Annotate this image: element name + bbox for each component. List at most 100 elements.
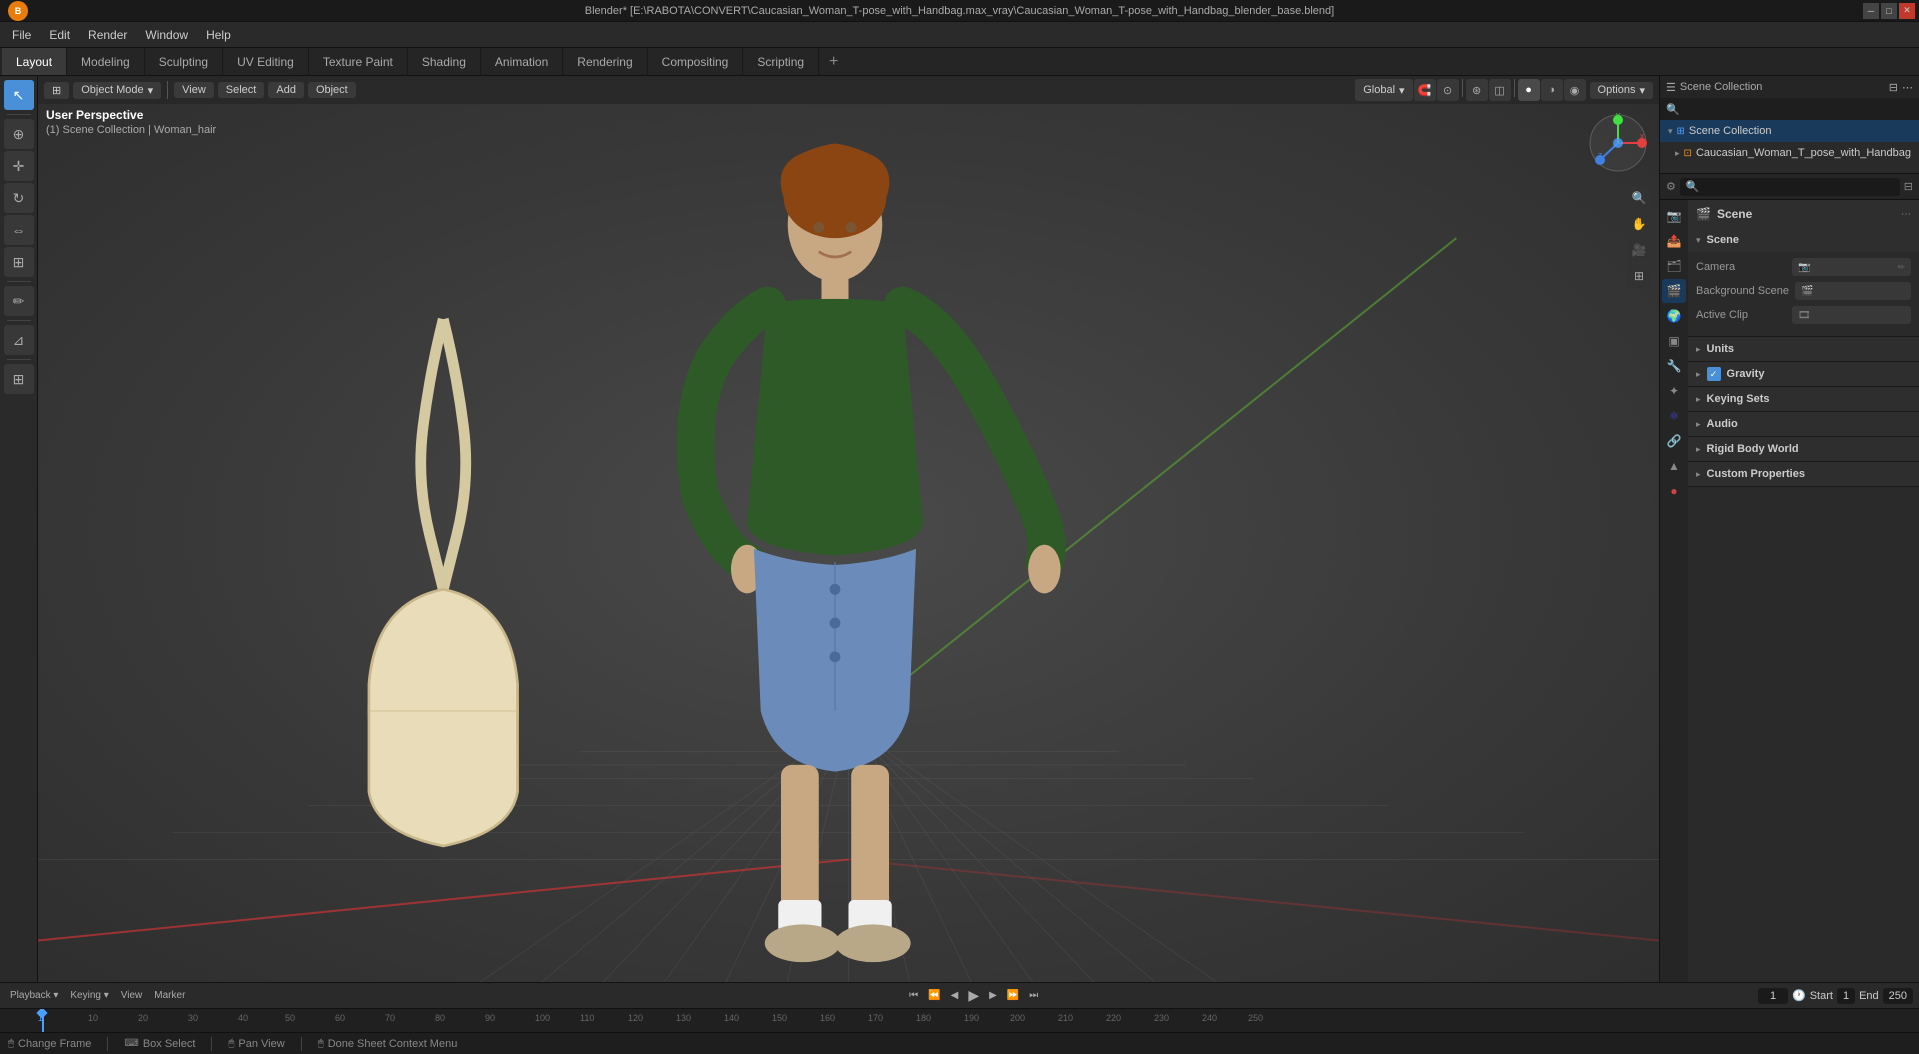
- gravity-section-header[interactable]: ▸ ✓ Gravity: [1688, 362, 1919, 386]
- add-menu-button[interactable]: Add: [268, 82, 304, 98]
- tab-sculpting[interactable]: Sculpting: [145, 48, 223, 75]
- jump-end-button[interactable]: ⏭: [1025, 988, 1042, 1003]
- marker-menu-button[interactable]: Marker: [150, 988, 189, 1003]
- ortho-button[interactable]: ⊞: [1627, 264, 1651, 288]
- close-button[interactable]: ✕: [1899, 3, 1915, 19]
- outliner-character-item[interactable]: ▸ ⊡ Caucasian_Woman_T_pose_with_Handbag: [1660, 142, 1919, 164]
- options-button[interactable]: Options ▾: [1590, 82, 1653, 99]
- units-section-header[interactable]: ▸ Units: [1688, 337, 1919, 361]
- properties-search-input[interactable]: [1680, 178, 1900, 196]
- tab-compositing[interactable]: Compositing: [648, 48, 744, 75]
- render-props-button[interactable]: 📷: [1662, 204, 1686, 228]
- menu-help[interactable]: Help: [198, 26, 239, 44]
- object-menu-button[interactable]: Object: [308, 82, 356, 98]
- constraints-props-button[interactable]: 🔗: [1662, 429, 1686, 453]
- physics-props-button[interactable]: ⚛: [1662, 404, 1686, 428]
- keying-sets-section-header[interactable]: ▸ Keying Sets: [1688, 387, 1919, 411]
- rigid-body-world-section-header[interactable]: ▸ Rigid Body World: [1688, 437, 1919, 461]
- tab-scripting[interactable]: Scripting: [743, 48, 819, 75]
- properties-filter-icon[interactable]: ⊟: [1904, 180, 1913, 193]
- tab-rendering[interactable]: Rendering: [563, 48, 647, 75]
- modifier-props-button[interactable]: 🔧: [1662, 354, 1686, 378]
- menu-render[interactable]: Render: [80, 26, 135, 44]
- view-menu-button[interactable]: View: [174, 82, 214, 98]
- material-props-button[interactable]: ●: [1662, 479, 1686, 503]
- start-value-field[interactable]: 1: [1837, 988, 1855, 1004]
- scale-tool-button[interactable]: ⇔: [4, 215, 34, 245]
- properties-scroll-area[interactable]: 🎬 Scene ⋯ ▾ Scene Camera: [1688, 200, 1919, 982]
- proportional-edit-button[interactable]: ⊙: [1437, 79, 1459, 101]
- jump-start-button[interactable]: ⏮: [905, 988, 922, 1003]
- pan-button[interactable]: ✋: [1627, 212, 1651, 236]
- object-mode-button[interactable]: Object Mode ▾: [73, 82, 161, 99]
- viewport[interactable]: ⊞ Object Mode ▾ View Select Add Object: [38, 76, 1659, 982]
- menu-file[interactable]: File: [4, 26, 39, 44]
- select-tool-button[interactable]: ↖: [4, 80, 34, 110]
- tab-modeling[interactable]: Modeling: [67, 48, 145, 75]
- minimize-button[interactable]: ─: [1863, 3, 1879, 19]
- select-menu-button[interactable]: Select: [218, 82, 265, 98]
- prev-frame-button[interactable]: ◀: [947, 988, 963, 1003]
- next-keyframe-button[interactable]: ⏩: [1003, 988, 1023, 1003]
- view-menu-timeline-button[interactable]: View: [117, 988, 147, 1003]
- camera-edit-icon[interactable]: ✏: [1897, 262, 1905, 273]
- outliner-filter-icon[interactable]: ⊟: [1889, 81, 1898, 94]
- scene-options-icon[interactable]: ⋯: [1901, 209, 1911, 220]
- rendered-view-button[interactable]: ◉: [1564, 79, 1586, 101]
- tab-layout[interactable]: Layout: [2, 48, 67, 75]
- add-workspace-button[interactable]: +: [819, 48, 848, 75]
- scene-subsection-header[interactable]: ▾ Scene: [1688, 228, 1919, 252]
- tab-texture-paint[interactable]: Texture Paint: [309, 48, 408, 75]
- rotate-tool-button[interactable]: ↻: [4, 183, 34, 213]
- snap-button[interactable]: 🧲: [1414, 79, 1436, 101]
- annotate-tool-button[interactable]: ✏: [4, 286, 34, 316]
- status-box-select[interactable]: ⌨ Box Select: [124, 1038, 195, 1050]
- world-props-button[interactable]: 🌍: [1662, 304, 1686, 328]
- cursor-tool-button[interactable]: ⊕: [4, 119, 34, 149]
- move-tool-button[interactable]: ✛: [4, 151, 34, 181]
- tab-uv-editing[interactable]: UV Editing: [223, 48, 309, 75]
- navigation-gizmo[interactable]: X Y Z: [1586, 111, 1651, 176]
- tab-animation[interactable]: Animation: [481, 48, 563, 75]
- camera-value[interactable]: 📷 ✏: [1792, 258, 1911, 276]
- audio-section-header[interactable]: ▸ Audio: [1688, 412, 1919, 436]
- transform-global-button[interactable]: Global ▾: [1355, 79, 1412, 101]
- data-props-button[interactable]: ▲: [1662, 454, 1686, 478]
- output-props-button[interactable]: 📤: [1662, 229, 1686, 253]
- gravity-checkbox[interactable]: ✓: [1707, 367, 1721, 381]
- view-layer-props-button[interactable]: 🗂: [1662, 254, 1686, 278]
- outliner-search-input[interactable]: [1684, 103, 1913, 115]
- status-pan-view[interactable]: 🖱 Pan View: [228, 1038, 284, 1050]
- status-done-sheet[interactable]: 🖱 Done Sheet Context Menu: [318, 1038, 458, 1050]
- active-clip-value[interactable]: 🎞: [1792, 306, 1911, 324]
- outliner-scene-collection-item[interactable]: ▾ ⊞ Scene Collection: [1660, 120, 1919, 142]
- maximize-button[interactable]: □: [1881, 3, 1897, 19]
- xray-button[interactable]: ◫: [1489, 79, 1511, 101]
- timeline-bar[interactable]: 1 10 20 30 40 50 60 70 80 90 100 110 120…: [0, 1008, 1919, 1032]
- outliner-options-icon[interactable]: ⋯: [1902, 81, 1913, 94]
- viewport-overlay-button[interactable]: ⊛: [1466, 79, 1488, 101]
- camera-button[interactable]: 🎥: [1627, 238, 1651, 262]
- measure-tool-button[interactable]: ⊿: [4, 325, 34, 355]
- keying-menu-button[interactable]: Keying ▾: [66, 988, 112, 1003]
- add-tool-button[interactable]: ⊞: [4, 364, 34, 394]
- background-scene-value[interactable]: 🎬: [1795, 282, 1911, 300]
- tab-shading[interactable]: Shading: [408, 48, 481, 75]
- object-props-button[interactable]: ▣: [1662, 329, 1686, 353]
- scene-props-button[interactable]: 🎬: [1662, 279, 1686, 303]
- playback-menu-button[interactable]: Playback ▾: [6, 988, 62, 1003]
- prev-keyframe-button[interactable]: ⏪: [924, 988, 944, 1003]
- transform-tool-button[interactable]: ⊞: [4, 247, 34, 277]
- next-frame-button[interactable]: ▶: [985, 988, 1001, 1003]
- custom-properties-section-header[interactable]: ▸ Custom Properties: [1688, 462, 1919, 486]
- material-preview-button[interactable]: ◑: [1541, 79, 1563, 101]
- zoom-in-button[interactable]: 🔍: [1627, 186, 1651, 210]
- play-button[interactable]: ▶: [964, 985, 983, 1006]
- status-change-frame[interactable]: 🖱 Change Frame: [8, 1038, 91, 1050]
- editor-type-button[interactable]: ⊞: [44, 82, 69, 99]
- particles-props-button[interactable]: ✦: [1662, 379, 1686, 403]
- menu-edit[interactable]: Edit: [41, 26, 78, 44]
- end-value-field[interactable]: 250: [1883, 988, 1913, 1004]
- menu-window[interactable]: Window: [137, 26, 196, 44]
- solid-view-button[interactable]: ●: [1518, 79, 1540, 101]
